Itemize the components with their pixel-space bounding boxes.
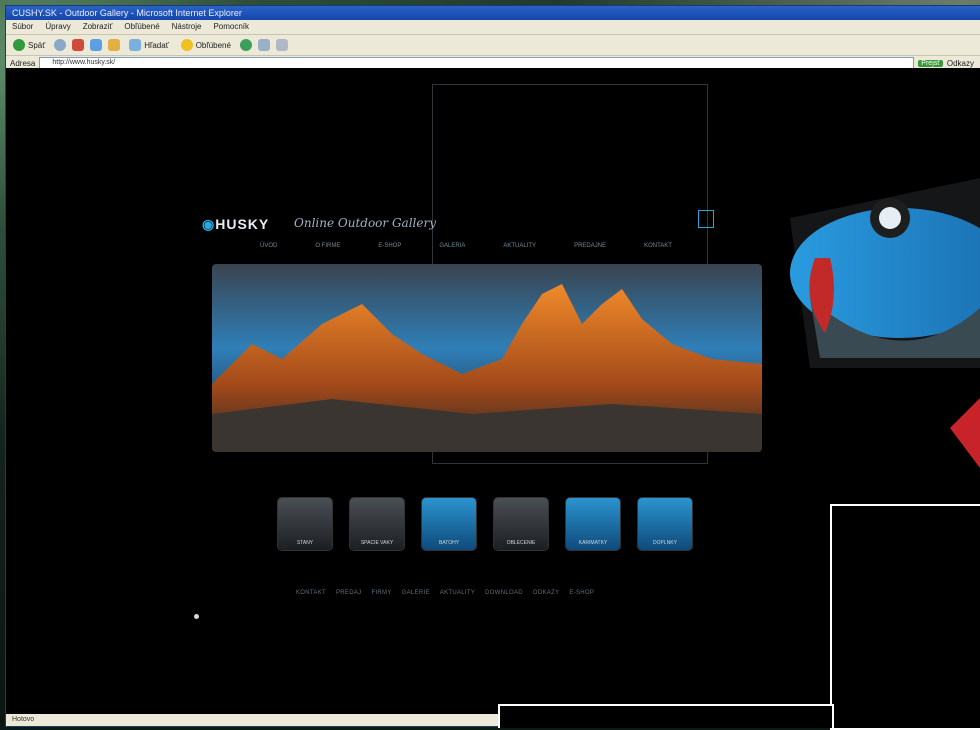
decorative-fish-graphic [790,178,980,468]
product-tile[interactable]: DOPLNKY [638,498,692,550]
footer-link[interactable]: AKTUALITY [440,590,475,596]
search-label: Hľadať [144,40,169,50]
product-categories: STANY SPACIE VAKY BATOHY OBLECENIE KARIM… [278,498,692,550]
refresh-icon[interactable] [90,39,103,51]
lower-window-frame [498,704,834,728]
nav-item[interactable]: ÚVOD [260,243,277,249]
media-icon[interactable] [239,39,252,51]
footer-link[interactable]: GALERIE [402,590,430,596]
product-tile[interactable]: STANY [278,498,332,550]
toolbar: Späť Hľadať Obľúbené [6,35,980,56]
site-logo[interactable]: ◉HUSKY [202,216,269,233]
contact-block [698,210,718,228]
history-icon[interactable] [257,39,270,51]
address-label: Adresa [10,58,36,68]
footer-links: KONTAKT PREDAJ FIRMY GALERIE AKTUALITY D… [296,590,594,596]
favorites-button[interactable]: Obľúbené [178,38,234,52]
site-nav: ÚVOD O FIRME E-SHOP GALERIA AKTUALITY PR… [260,243,672,249]
nav-item[interactable]: E-SHOP [378,243,401,249]
product-tile[interactable]: OBLECENIE [494,498,548,550]
product-label: SPACIE VAKY [360,540,394,546]
nav-item[interactable]: O FIRME [315,243,340,249]
secondary-window-frame [830,504,980,730]
menu-help[interactable]: Pomocník [213,20,249,34]
product-label: BATOHY [438,540,460,546]
menu-favorites[interactable]: Obľúbené [124,20,159,34]
nav-item[interactable]: KONTAKT [644,243,672,249]
site-tagline: Online Outdoor Gallery [294,216,436,230]
menu-view[interactable]: Zobraziť [83,20,113,34]
star-icon [180,39,193,51]
product-tile[interactable]: BATOHY [422,498,476,550]
product-tile[interactable]: KARIMATKY [566,498,620,550]
home-icon[interactable] [108,39,121,51]
menu-file[interactable]: Súbor [12,20,33,34]
product-label: KARIMATKY [578,540,608,546]
product-label: DOPLNKY [653,540,677,546]
nav-item[interactable]: PREDAJNE [574,243,606,249]
back-label: Späť [28,40,46,50]
back-arrow-icon [13,39,25,51]
product-tile[interactable]: SPACIE VAKY [350,498,404,550]
nav-item[interactable]: GALERIA [439,243,465,249]
phone-icon [698,210,714,228]
footer-link[interactable]: E-SHOP [569,590,594,596]
menu-edit[interactable]: Úpravy [45,20,70,34]
product-label: OBLECENIE [506,540,536,546]
search-button[interactable]: Hľadať [126,38,171,52]
mountain-banner [212,264,762,452]
go-button[interactable]: Prejsť [918,59,943,67]
mail-icon[interactable] [275,39,288,51]
product-label: STANY [296,540,314,546]
menu-bar: Súbor Úpravy Zobraziť Obľúbené Nástroje … [6,20,980,35]
favorites-label: Obľúbené [195,40,231,50]
logo-text: HUSKY [215,216,270,232]
forward-arrow-icon[interactable] [54,39,67,51]
menu-tools[interactable]: Nástroje [172,20,202,34]
stop-icon[interactable] [72,39,85,51]
links-label[interactable]: Odkazy [947,59,974,68]
footer-link[interactable]: ODKAZY [533,590,559,596]
back-button[interactable]: Späť [10,38,48,52]
window-title: CUSHY.SK - Outdoor Gallery - Microsoft I… [6,6,980,20]
nav-item[interactable]: AKTUALITY [503,243,536,249]
footer-link[interactable]: PREDAJ [336,590,361,596]
footer-link[interactable]: KONTAKT [296,590,326,596]
footer-link[interactable]: DOWNLOAD [485,590,523,596]
footer-link[interactable]: FIRMY [371,590,391,596]
search-icon [129,39,142,51]
cursor-dot [194,614,199,619]
